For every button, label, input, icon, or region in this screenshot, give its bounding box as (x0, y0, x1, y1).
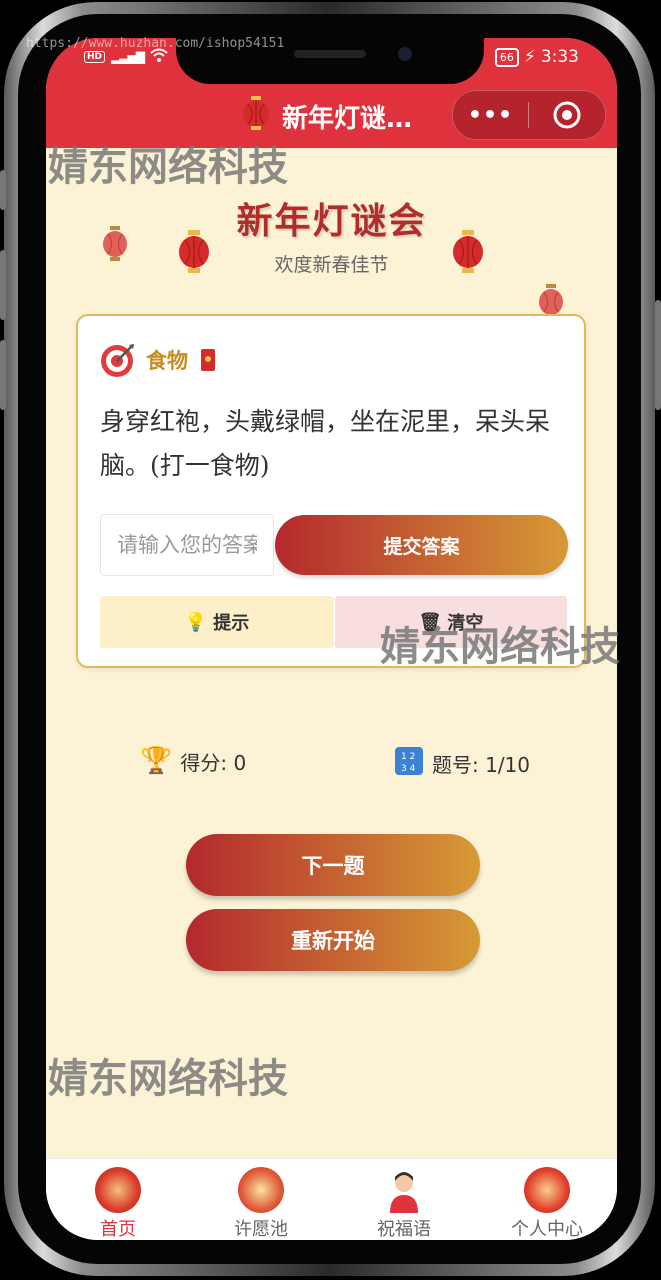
score-text: 得分: 0 (180, 750, 247, 775)
submit-answer-button[interactable]: 提交答案 (275, 515, 568, 575)
tab-home[interactable]: 首页 (58, 1167, 178, 1240)
hd-badge: HD (84, 50, 106, 63)
next-question-button[interactable]: 下一题 (186, 834, 480, 896)
category-label: 食物 (146, 349, 188, 373)
battery-icon: 66 (494, 47, 519, 67)
person-avatar-icon (381, 1167, 427, 1213)
bullseye-icon (101, 344, 134, 377)
tab-bar: 首页 许愿池 祝福语 个人中心 (46, 1158, 617, 1240)
side-button (655, 300, 661, 410)
company-watermark: 婧东网络科技 (380, 624, 620, 670)
more-dots-icon[interactable]: ••• (453, 103, 528, 128)
riddle-text: 身穿红袍，头戴绿帽，坐在泥里，呆头呆脑。(打一食物) (100, 407, 551, 480)
status-right: 66 ⚡ 3:33 (494, 47, 579, 67)
page-subtitle: 欢度新春佳节 (274, 254, 389, 276)
svg-text:3 4: 3 4 (401, 764, 416, 774)
tab-label: 个人中心 (511, 1219, 583, 1240)
lightbulb-icon: 💡 (184, 611, 208, 633)
tab-label: 首页 (100, 1219, 136, 1240)
mini-program-capsule: ••• (452, 90, 606, 140)
lantern-icon (243, 96, 269, 130)
hint-label: 提示 (213, 613, 250, 634)
category-row: 食物 (100, 342, 218, 378)
numbers-icon: 1 23 4 (394, 746, 424, 781)
tab-blessings[interactable]: 祝福语 (344, 1167, 464, 1240)
home-badge-icon (95, 1167, 141, 1213)
question-text: 题号: 1/10 (432, 753, 531, 777)
stats-row: 🏆 得分: 0 1 23 4 题号: 1/10 (46, 746, 617, 786)
front-camera (398, 47, 412, 61)
restart-button[interactable]: 重新开始 (186, 909, 480, 971)
answer-input[interactable] (100, 514, 274, 576)
target-circle-icon[interactable] (529, 101, 604, 129)
side-button (0, 250, 6, 320)
nav-title: 新年灯谜… (282, 104, 413, 134)
speaker-grille (294, 50, 366, 58)
zhanji-badge-icon (524, 1167, 570, 1213)
side-button (0, 340, 6, 410)
svg-text:1 2: 1 2 (401, 752, 415, 762)
tab-wish-pool[interactable]: 许愿池 (201, 1167, 321, 1240)
tab-label: 祝福语 (377, 1219, 431, 1240)
red-envelope-icon (201, 349, 215, 371)
company-watermark: 婧东网络科技 (48, 144, 288, 190)
score-stat: 🏆 得分: 0 (140, 746, 246, 776)
hint-button[interactable]: 💡 提示 (100, 596, 334, 648)
status-time: 3:33 (540, 47, 579, 67)
url-watermark: https://www.huzhan.com/ishop54151 (26, 36, 285, 51)
company-watermark: 婧东网络科技 (48, 1056, 288, 1102)
tab-label: 许愿池 (234, 1219, 288, 1240)
tab-profile[interactable]: 个人中心 (487, 1167, 607, 1240)
side-button (0, 170, 6, 210)
question-stat: 1 23 4 题号: 1/10 (394, 746, 530, 781)
trophy-icon: 🏆 (140, 746, 173, 776)
wish-pool-icon (238, 1167, 284, 1213)
charging-icon: ⚡ (523, 47, 536, 67)
signal-icon: ▂▃▅▇ (111, 49, 145, 64)
page-title: 新年灯谜会 (236, 200, 427, 242)
